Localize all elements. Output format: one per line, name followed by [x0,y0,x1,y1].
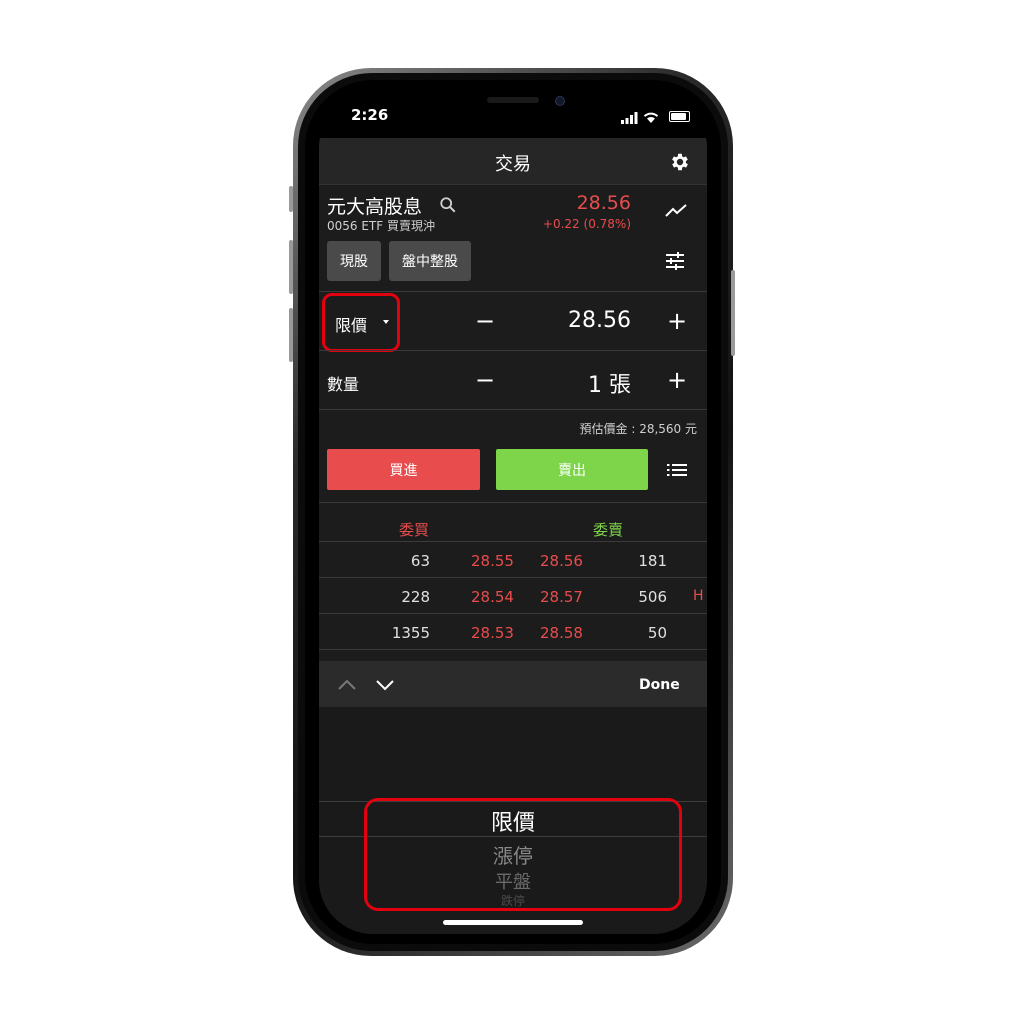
highlight-box-picker [364,798,682,911]
status-signal-wifi-icon [621,112,659,124]
status-time: 2:26 [351,106,389,124]
gear-icon[interactable] [669,151,691,173]
battery-icon [669,111,690,122]
buy-button[interactable]: 買進 [327,449,480,490]
volume-up-button [289,240,293,294]
phone-screen: 2:26 交易 元大高股息 0056 ETF 買賣現沖 28.56 +0.22 … [319,94,707,934]
orderbook-bid-price[interactable]: 28.54 [471,588,514,606]
sliders-icon[interactable] [664,251,686,271]
search-icon[interactable] [439,196,457,214]
quantity-plus-button[interactable]: + [667,366,687,394]
orderbook-bid-price[interactable]: 28.53 [471,624,514,642]
divider [319,409,707,410]
orderbook-overflow-text: H [693,588,704,604]
divider [319,291,707,292]
orderbook-ask-volume: 181 [638,552,667,570]
estimated-amount: 預估價金 : 28,560 元 [579,422,697,436]
highlight-box-price-type [322,293,400,352]
quantity-input[interactable]: 1 張 [531,367,631,399]
price-minus-button[interactable]: − [475,307,495,335]
divider [319,502,707,503]
volume-down-button [289,308,293,362]
quantity-minus-button[interactable]: − [475,366,495,394]
chevron-up-icon[interactable] [337,678,357,692]
front-camera [555,96,565,106]
price-input[interactable]: 28.56 [531,308,631,333]
done-button[interactable]: Done [639,677,680,693]
stock-name[interactable]: 元大高股息 [327,192,422,219]
sell-button[interactable]: 賣出 [496,449,648,490]
orderbook-bid-volume: 1355 [391,624,430,642]
earpiece-speaker [487,97,539,103]
orderbook-bid-volume: 228 [401,588,430,606]
quantity-label: 數量 [327,375,360,394]
power-button [731,270,735,356]
tab-spot-stock[interactable]: 現股 [327,241,381,281]
divider [319,649,707,650]
orderbook-ask-volume: 506 [638,588,667,606]
orderbook-ask-volume: 50 [647,624,667,642]
divider [319,541,707,542]
list-icon[interactable] [667,463,687,477]
orderbook-bid-header: 委買 [399,521,430,539]
orderbook-ask-price[interactable]: 28.56 [540,552,583,570]
orderbook-ask-price[interactable]: 28.57 [540,588,583,606]
stock-change: +0.22 (0.78%) [542,217,631,231]
orderbook-bid-price[interactable]: 28.55 [471,552,514,570]
stock-subtitle: 0056 ETF 買賣現沖 [327,219,435,233]
stock-price: 28.56 [576,192,631,214]
divider [319,350,707,351]
divider [319,613,707,614]
price-plus-button[interactable]: + [667,307,687,335]
tab-intraday-round-lot[interactable]: 盤中整股 [389,241,471,281]
chevron-down-icon[interactable] [375,678,395,692]
orderbook-ask-header: 委賣 [593,521,624,539]
mute-switch [289,186,293,212]
orderbook-bid-volume: 63 [410,552,430,570]
page-title: 交易 [495,154,531,175]
divider [319,577,707,578]
orderbook-ask-price[interactable]: 28.58 [540,624,583,642]
home-indicator[interactable] [443,920,583,925]
trend-chart-icon[interactable] [665,204,687,218]
